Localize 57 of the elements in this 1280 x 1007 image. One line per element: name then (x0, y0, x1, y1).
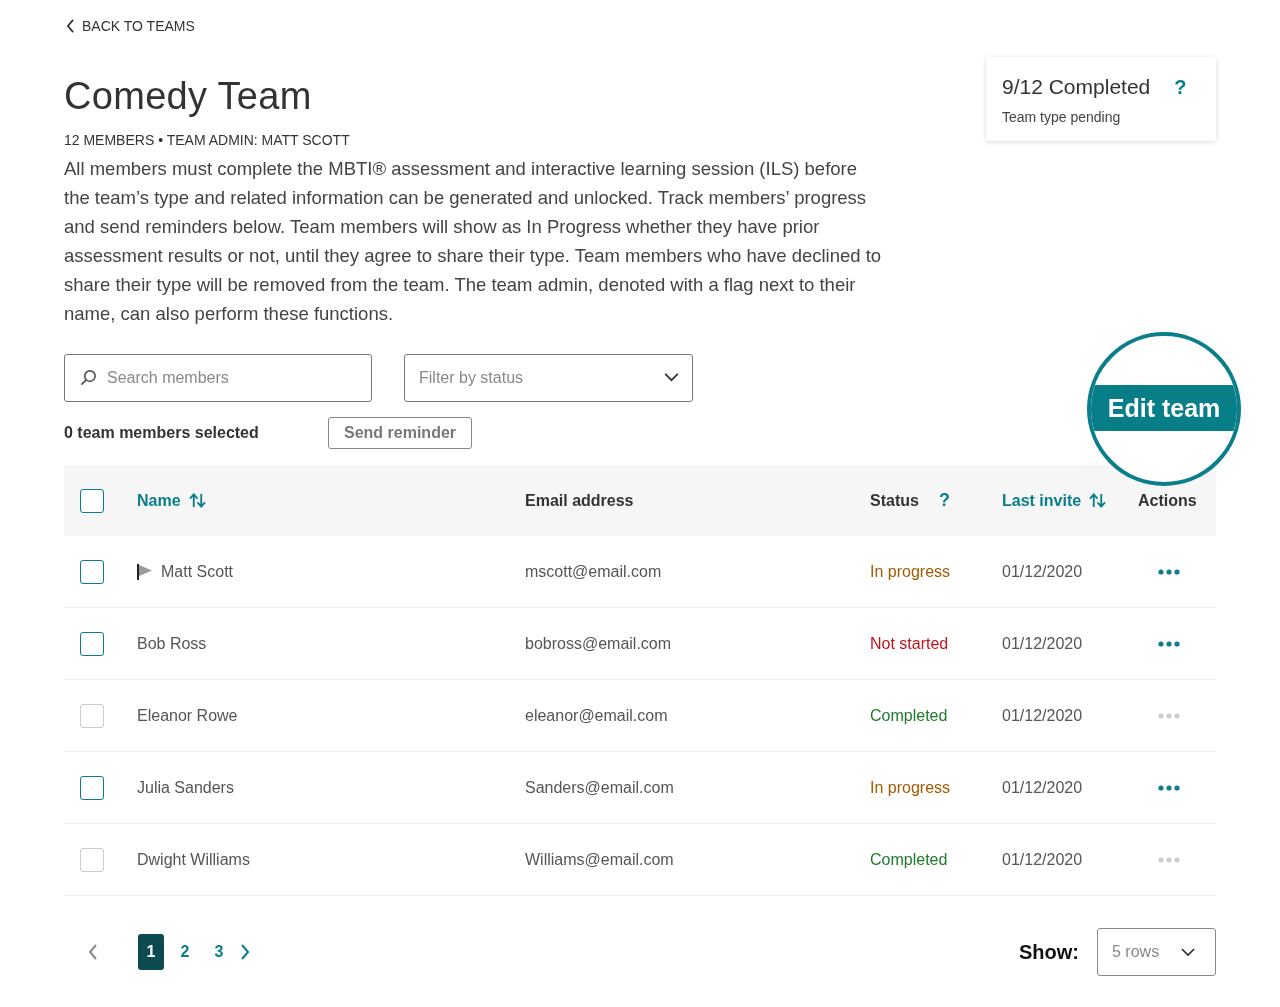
selection-count: 0 team members selected (64, 424, 260, 442)
member-name: Dwight Williams (137, 850, 250, 869)
send-reminder-button[interactable]: Send reminder (328, 417, 473, 449)
more-actions-icon[interactable] (1158, 568, 1180, 575)
row-checkbox[interactable] (80, 775, 104, 800)
edit-team-button[interactable]: Edit team (1091, 385, 1237, 431)
team-meta: 12 MEMBERS • TEAM ADMIN: MATT SCOTT (64, 132, 351, 148)
last-invite-date: 01/12/2020 (1002, 706, 1083, 725)
column-header: Email address (525, 491, 634, 510)
member-status: Completed (870, 706, 948, 725)
member-email: Sanders@email.com (525, 778, 674, 797)
column-header: Status (870, 491, 919, 510)
member-name: Eleanor Rowe (137, 706, 238, 725)
sort-header[interactable]: Name (137, 491, 181, 510)
page-link[interactable]: 2 (172, 934, 198, 970)
last-invite-date: 01/12/2020 (1002, 634, 1083, 653)
member-name: Bob Ross (137, 634, 207, 653)
last-invite-date: 01/12/2020 (1002, 850, 1083, 869)
search-field[interactable]: Search members (64, 354, 372, 402)
help-link[interactable]: ? (938, 490, 950, 511)
chevron-down-icon (664, 373, 679, 382)
member-email: bobross@email.com (525, 634, 672, 653)
member-name: Matt Scott (161, 562, 234, 581)
help-link[interactable]: ? (1174, 75, 1187, 99)
team-type-status: Team type pending (1002, 109, 1122, 125)
rows-per-page-dropdown[interactable]: 5 rows (1097, 928, 1216, 976)
member-status: Completed (870, 850, 948, 869)
rows-per-page-label: Show: (1019, 940, 1079, 964)
last-invite-date: 01/12/2020 (1002, 562, 1083, 581)
page-link[interactable]: 3 (206, 934, 232, 970)
last-invite-date: 01/12/2020 (1002, 778, 1083, 797)
description: All members must complete the MBTI® assessment and interactive learning session (ILS) before the team’s type and related information can be generated and unlocked. Track members’ progress and send reminders below. Team members will show as In Progress whether they have prior assessment results or not, until they agree to share their type. Team members who have declined to share their type will be removed from the team. The team admin, denoted with a flag next to their name, can also perform these functions. (64, 157, 883, 326)
chevron-down-icon (1181, 947, 1195, 957)
member-email: eleanor@email.com (525, 706, 668, 725)
status-filter-dropdown[interactable]: Filter by status (404, 354, 693, 402)
row-checkbox[interactable] (80, 559, 104, 584)
next-page-icon[interactable] (240, 944, 250, 960)
sort-header[interactable]: Last invite (1002, 491, 1082, 510)
member-email: Williams@email.com (525, 850, 674, 869)
member-status: In progress (870, 562, 951, 581)
member-email: mscott@email.com (525, 562, 662, 581)
sort-icon[interactable] (1089, 493, 1107, 508)
page-link[interactable]: 1 (138, 934, 164, 970)
sort-icon[interactable] (188, 493, 206, 508)
select-all-checkbox[interactable] (80, 488, 104, 513)
member-name: Julia Sanders (137, 778, 234, 797)
column-header: Actions (1138, 491, 1197, 510)
previous-page-icon[interactable] (88, 944, 98, 960)
search-icon (80, 369, 97, 386)
more-actions-icon[interactable] (1158, 784, 1180, 791)
row-checkbox[interactable] (80, 631, 104, 656)
member-status: In progress (870, 778, 951, 797)
progress-count: 9/12 Completed (1002, 75, 1151, 99)
member-status: Not started (870, 634, 949, 653)
more-actions-icon[interactable] (1158, 640, 1180, 647)
chevron-left-icon (66, 19, 75, 33)
team-title: Comedy Team (64, 74, 313, 118)
